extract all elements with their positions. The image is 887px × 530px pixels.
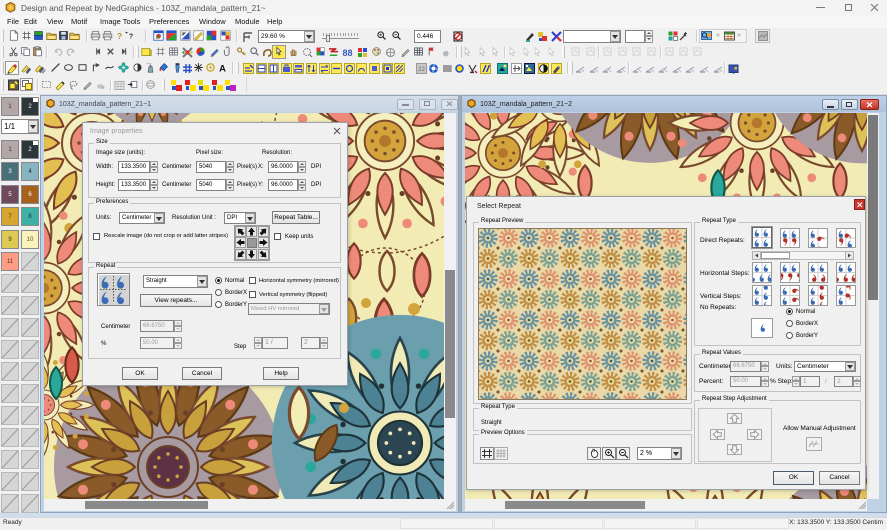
- svg-text:A: A: [219, 62, 226, 73]
- svg-text:?: ?: [117, 31, 122, 41]
- svg-text:?: ?: [129, 34, 133, 41]
- svg-text:22: 22: [418, 67, 425, 73]
- svg-text:88: 88: [342, 48, 352, 58]
